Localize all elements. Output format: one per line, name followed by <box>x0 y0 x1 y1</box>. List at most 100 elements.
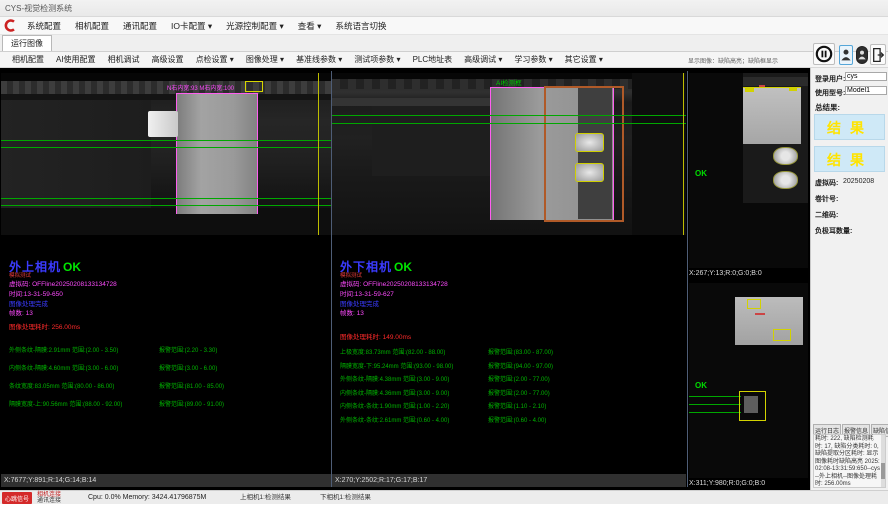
tab-run-image[interactable]: 运行图像 <box>2 35 52 51</box>
virtual-code-value: 20250208 <box>843 178 874 185</box>
roi-line-yellow <box>318 73 319 235</box>
machine-body <box>372 106 492 176</box>
total-result-top: 结果 <box>814 114 885 140</box>
mark-red <box>755 313 765 315</box>
measure-value: 上极宽度:83.73mm 范围:(82.00 - 88.00) <box>340 347 445 356</box>
total-result-label: 总结果: <box>815 102 840 113</box>
toolbar-item-spotcheck[interactable]: 点检设置 ▾ <box>190 54 240 65</box>
mark-yellow-box <box>773 329 791 341</box>
cpu-memory-status: Cpu: 0.0% Memory: 3424.41796875M <box>88 491 206 504</box>
toolbar-item-image-process[interactable]: 图像处理 ▾ <box>240 54 290 65</box>
total-result-bottom: 结果 <box>814 146 885 172</box>
toolbar-item-ai-config[interactable]: AI使用配置 <box>50 54 102 65</box>
time-line: 时间:13-31-59-650 <box>9 288 63 298</box>
virtual-code-label: 虚拟码: <box>815 178 838 188</box>
exit-button[interactable] <box>870 44 886 65</box>
login-user-field[interactable] <box>845 72 887 81</box>
login-user-button[interactable] <box>839 45 853 65</box>
width-annotation: N右内宽:93 M右内宽:100 <box>167 83 234 92</box>
zoom-view-top[interactable]: OK <box>689 73 808 268</box>
login-user-label: 登录用户: <box>815 74 845 84</box>
pause-icon <box>815 45 833 63</box>
baseline-green <box>689 396 741 397</box>
operator-button[interactable] <box>856 46 868 64</box>
machine-rail-texture <box>1 81 331 94</box>
result-ok-text: OK <box>394 260 412 274</box>
toolbar-item-camera-config[interactable]: 相机配置 <box>6 54 50 65</box>
model-field[interactable] <box>845 86 887 95</box>
measure-value: 隔膜宽度-下:95.24mm 范围:(93.00 - 98.00) <box>340 361 453 370</box>
tab-blob <box>575 133 604 152</box>
baseline-green <box>332 123 686 124</box>
alarm-range: 报警范围:(0.60 - 4.00) <box>488 415 546 424</box>
log-scrollbar-thumb[interactable] <box>881 463 885 479</box>
toolbar-item-advanced-settings[interactable]: 高级设置 <box>146 54 190 65</box>
pause-button[interactable] <box>813 43 835 65</box>
measure-value: 内侧条纹-条纹:1.90mm 范围:(1.00 - 2.20) <box>340 401 449 410</box>
log-scrollbar[interactable] <box>881 435 885 487</box>
menu-item-light-config[interactable]: 光源控制配置 ▾ <box>219 20 291 32</box>
window-title: CYS-视觉检测系统 <box>5 4 72 13</box>
needle-number-label: 卷针号: <box>815 194 838 204</box>
measure-row: 外侧条纹-隔膜:2.91mm 范围:(2.00 - 3.50)报警范围:(2.2… <box>1 345 331 355</box>
result-ok-text: OK <box>695 381 707 390</box>
upper-camera-image[interactable]: N右内宽:93 M右内宽:100 <box>1 73 331 235</box>
toolbar-item-learning-params[interactable]: 学习参数 ▾ <box>508 54 558 65</box>
run-log-area[interactable]: 耗时: 222, 缺陷检测耗时: 17, 缺陷分类耗时: 0, 缺陷提取分区耗时… <box>813 434 886 488</box>
menu-item-view[interactable]: 查看 ▾ <box>291 20 329 32</box>
baseline-green <box>1 140 331 141</box>
title-bar: CYS-视觉检测系统 <box>0 0 888 17</box>
status-bar: 心跳信号 相机连接 通讯连接 Cpu: 0.0% Memory: 3424.41… <box>0 490 888 504</box>
menu-item-io-config[interactable]: IO卡配置 ▾ <box>164 20 219 32</box>
mark-yellow-box <box>747 299 761 309</box>
measure-row: 外侧条纹-隔膜:4.38mm 范围:(3.00 - 9.00)报警范围:(2.0… <box>332 374 686 384</box>
measure-row: 内侧条纹-条纹:1.90mm 范围:(1.00 - 2.20) 报警范围:(1.1… <box>332 401 686 411</box>
user-dark-icon <box>858 49 866 61</box>
toolbar-item-baseline-params[interactable]: 基准线参数 ▾ <box>290 54 348 65</box>
toolbar-item-other-settings[interactable]: 其它设置 ▾ <box>559 54 609 65</box>
measure-row: 隔膜宽度-上:90.56mm 范围:(88.00 - 92.00)报警范围:(8… <box>1 399 331 409</box>
ai-detect-box <box>544 86 624 222</box>
toolbar-item-test-params[interactable]: 测试项参数 ▾ <box>348 54 406 65</box>
measure-row: 隔膜宽度-下:95.24mm 范围:(93.00 - 98.00) 报警范围:(9… <box>332 361 686 371</box>
tab-strip: 运行图像 <box>0 35 888 52</box>
tab-blob <box>575 163 604 182</box>
toolbar-item-advanced-debug[interactable]: 高级调试 ▾ <box>458 54 508 65</box>
machine-band <box>743 77 808 86</box>
toolbar-item-plc-table[interactable]: PLC地址表 <box>407 54 459 65</box>
alarm-range: 报警范围:(94.00 - 97.00) <box>488 361 553 370</box>
defect-region <box>744 396 758 413</box>
measure-value: 外侧条纹-条纹:2.61mm 范围:(0.60 - 4.00) <box>340 415 449 424</box>
menu-item-camera-config[interactable]: 相机配置 <box>68 20 116 32</box>
menu-item-language[interactable]: 系统语言切换 <box>328 20 393 32</box>
result-ok-text: OK <box>63 260 81 274</box>
menu-item-system-config[interactable]: 系统配置 <box>20 20 68 32</box>
measure-row: 内侧条纹-隔膜:4.60mm 范围:(3.00 - 6.00)报警范围:(3.0… <box>1 363 331 373</box>
virtual-code-line: 虚拟码: OFFline20250208133134728 <box>9 278 117 288</box>
app-window: CYS-视觉检测系统 系统配置 相机配置 通讯配置 IO卡配置 ▾ 光源控制配置… <box>0 0 888 522</box>
machine-body-left <box>1 100 151 208</box>
lower-camera-result-status: 下相机1:检测结果 <box>320 491 371 504</box>
pixel-coordinate-text: X:311;Y:980;R:0;G:0;B:0 <box>689 480 765 487</box>
measure-value: 内侧条纹-隔膜:4.60mm 范围:(3.00 - 6.00) <box>9 363 118 372</box>
zoom-view-bottom[interactable]: OK <box>689 283 808 478</box>
alarm-range: 报警范围:(1.10 - 2.10) <box>488 401 546 410</box>
alarm-range: 报警范围:(89.00 - 91.00) <box>159 399 224 408</box>
measure-value: 内侧条纹-隔膜:4.36mm 范围:(3.00 - 9.00) <box>340 388 449 397</box>
tab-blob <box>773 171 798 189</box>
menu-item-comm-config[interactable]: 通讯配置 <box>116 20 164 32</box>
baseline-green <box>689 412 741 413</box>
baseline-green <box>332 115 686 116</box>
membrane-region <box>743 87 801 144</box>
measure-value: 条纹宽度:83.05mm 范围:(80.00 - 86.00) <box>9 381 114 390</box>
pixel-coordinate-bar: X:270;Y:2502;R:17;G:17;B:17 <box>332 474 686 487</box>
lower-camera-image[interactable]: AI检测框 <box>332 73 686 235</box>
measure-row: 条纹宽度:83.05mm 范围:(80.00 - 86.00) 报警范围:(81.… <box>1 381 331 391</box>
baseline-green <box>1 147 331 148</box>
pixel-coordinate-text: X:267;Y:13;R:0;G:0;B:0 <box>689 270 762 277</box>
mark-yellow <box>789 88 797 91</box>
baseline-green <box>1 198 331 199</box>
mark-yellow <box>745 88 754 92</box>
toolbar-item-camera-debug[interactable]: 相机调试 <box>102 54 146 65</box>
alarm-range: 报警范围:(81.00 - 85.00) <box>159 381 224 390</box>
